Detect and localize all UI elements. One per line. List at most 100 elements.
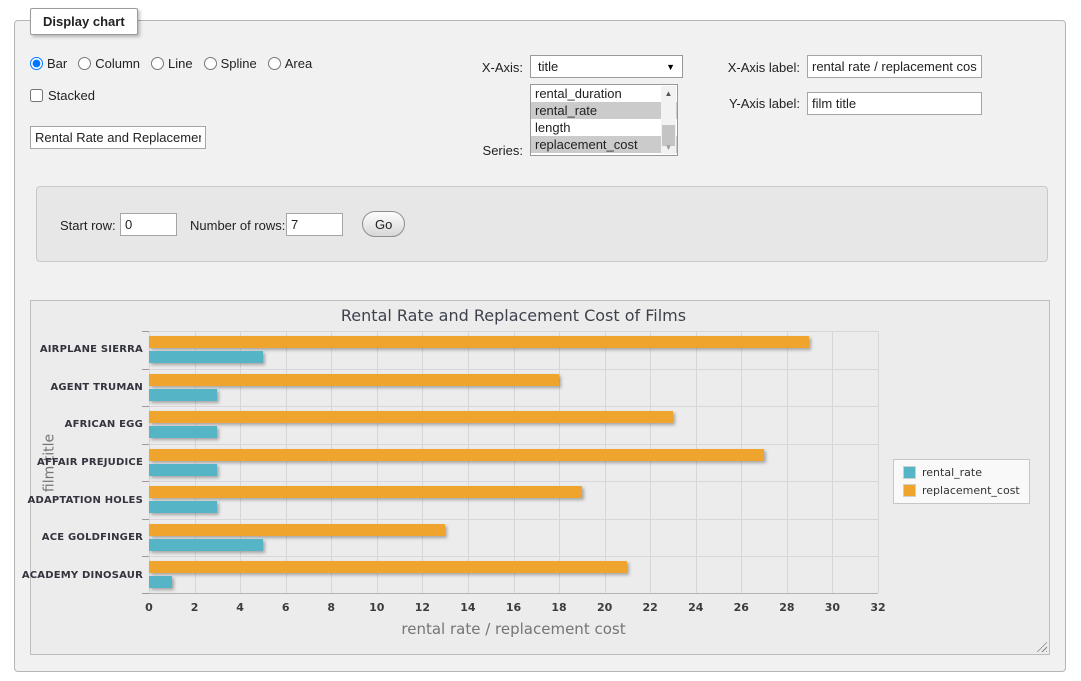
gridline-y-6: [149, 556, 878, 557]
x-tick-label-28: 28: [779, 601, 794, 614]
number-of-rows-label: Number of rows:: [190, 218, 285, 233]
chart-type-option-spline[interactable]: Spline: [204, 56, 257, 71]
gridline-x-22: [650, 331, 651, 593]
category-label-5: ACE GOLDFINGER: [31, 519, 143, 557]
x-axis-label-caption: X-Axis label:: [690, 60, 800, 75]
gridline-x-14: [468, 331, 469, 593]
y-axis-label-input[interactable]: [807, 92, 982, 115]
x-tick-label-10: 10: [369, 601, 384, 614]
x-tick-label-12: 12: [415, 601, 430, 614]
y-tick-6: [142, 556, 149, 557]
legend-label-replacement_cost: replacement_cost: [922, 484, 1020, 497]
chart-type-label-column: Column: [95, 56, 140, 71]
chart-type-option-area[interactable]: Area: [268, 56, 312, 71]
legend-swatch-rental_rate: [903, 466, 916, 479]
x-tick-label-20: 20: [597, 601, 612, 614]
bar-rental_rate-6: [149, 576, 172, 588]
x-tick-label-24: 24: [688, 601, 703, 614]
chart-type-radio-bar[interactable]: [30, 57, 43, 70]
x-tick-label-22: 22: [643, 601, 658, 614]
gridline-x-4: [240, 331, 241, 593]
series-options: rental_durationrental_ratelengthreplacem…: [531, 85, 677, 153]
resize-grip-icon[interactable]: [1035, 640, 1047, 652]
chart-type-radio-spline[interactable]: [204, 57, 217, 70]
start-row-input[interactable]: [120, 213, 177, 236]
series-option-length[interactable]: length: [531, 119, 677, 136]
x-tick-label-6: 6: [282, 601, 290, 614]
chart-type-option-line[interactable]: Line: [151, 56, 193, 71]
x-tick-label-2: 2: [191, 601, 199, 614]
gridline-x-6: [286, 331, 287, 593]
legend-item-rental_rate[interactable]: rental_rate: [903, 466, 1020, 479]
gridline-x-16: [514, 331, 515, 593]
chart-type-label-area: Area: [285, 56, 312, 71]
category-label-1: AGENT TRUMAN: [31, 369, 143, 407]
series-select-label: Series:: [430, 143, 523, 158]
gridline-y-4: [149, 481, 878, 482]
category-label-4: ADAPTATION HOLES: [31, 481, 143, 519]
chart-type-option-bar[interactable]: Bar: [30, 56, 67, 71]
gridline-x-2: [195, 331, 196, 593]
bar-replacement_cost-6: [149, 561, 627, 573]
x-axis-selected-value: title: [538, 59, 666, 74]
select-dropdown-arrow-icon: ▼: [666, 62, 675, 72]
x-tick-label-18: 18: [551, 601, 566, 614]
series-option-rental_rate[interactable]: rental_rate: [531, 102, 677, 119]
bar-rental_rate-1: [149, 389, 217, 401]
x-tick-label-4: 4: [236, 601, 244, 614]
y-tick-0: [142, 331, 149, 332]
x-tick-label-16: 16: [506, 601, 521, 614]
chart-legend: rental_rate replacement_cost: [893, 459, 1030, 504]
bar-rental_rate-5: [149, 539, 263, 551]
bar-replacement_cost-4: [149, 486, 582, 498]
gridline-x-26: [741, 331, 742, 593]
x-tick-label-14: 14: [460, 601, 475, 614]
series-option-replacement_cost[interactable]: replacement_cost: [531, 136, 677, 153]
x-tick-label-32: 32: [870, 601, 885, 614]
series-scrollbar[interactable]: ▲ ▼: [661, 86, 676, 154]
stacked-option[interactable]: Stacked: [30, 88, 95, 103]
gridline-x-8: [331, 331, 332, 593]
series-listbox[interactable]: rental_durationrental_ratelengthreplacem…: [530, 84, 678, 156]
chart-category-labels: AIRPLANE SIERRAAGENT TRUMANAFRICAN EGGAF…: [31, 331, 143, 594]
number-of-rows-input[interactable]: [286, 213, 343, 236]
start-row-label: Start row:: [60, 218, 116, 233]
chart-type-radio-line[interactable]: [151, 57, 164, 70]
chart-type-label-spline: Spline: [221, 56, 257, 71]
bar-replacement_cost-3: [149, 449, 764, 461]
legend-label-rental_rate: rental_rate: [922, 466, 982, 479]
gridline-x-24: [696, 331, 697, 593]
chart-type-radio-column[interactable]: [78, 57, 91, 70]
bar-replacement_cost-0: [149, 336, 809, 348]
go-button[interactable]: Go: [362, 211, 405, 237]
page: Display chart Bar Column Line Spline Area St…: [0, 0, 1081, 681]
series-option-rental_duration[interactable]: rental_duration: [531, 85, 677, 102]
legend-swatch-replacement_cost: [903, 484, 916, 497]
category-label-0: AIRPLANE SIERRA: [31, 331, 143, 369]
gridline-y-5: [149, 519, 878, 520]
x-tick-label-0: 0: [145, 601, 153, 614]
scrollbar-up-arrow-icon[interactable]: ▲: [661, 86, 676, 100]
legend-item-replacement_cost[interactable]: replacement_cost: [903, 484, 1020, 497]
gridline-y-2: [149, 406, 878, 407]
chart-title-input[interactable]: [30, 126, 206, 149]
bar-replacement_cost-2: [149, 411, 673, 423]
category-label-2: AFRICAN EGG: [31, 406, 143, 444]
fieldset-legend: Display chart: [30, 8, 138, 35]
chart-x-tick-labels: 02468101214161820222426283032: [149, 601, 878, 615]
chart-type-radio-area[interactable]: [268, 57, 281, 70]
chart-type-option-column[interactable]: Column: [78, 56, 140, 71]
chart-type-label-line: Line: [168, 56, 193, 71]
x-axis-label-input[interactable]: [807, 55, 982, 78]
bar-replacement_cost-1: [149, 374, 559, 386]
row-controls-panel: [36, 186, 1048, 262]
x-tick-label-8: 8: [327, 601, 335, 614]
gridline-x-30: [832, 331, 833, 593]
chart-container: Rental Rate and Replacement Cost of Film…: [30, 300, 1050, 655]
stacked-checkbox[interactable]: [30, 89, 43, 102]
chart-x-axis-title: rental rate / replacement cost: [149, 620, 878, 638]
scrollbar-down-arrow-icon[interactable]: ▼: [661, 140, 676, 154]
x-axis-select[interactable]: title ▼: [530, 55, 683, 78]
gridline-x-32: [878, 331, 879, 593]
chart-type-label-bar: Bar: [47, 56, 67, 71]
